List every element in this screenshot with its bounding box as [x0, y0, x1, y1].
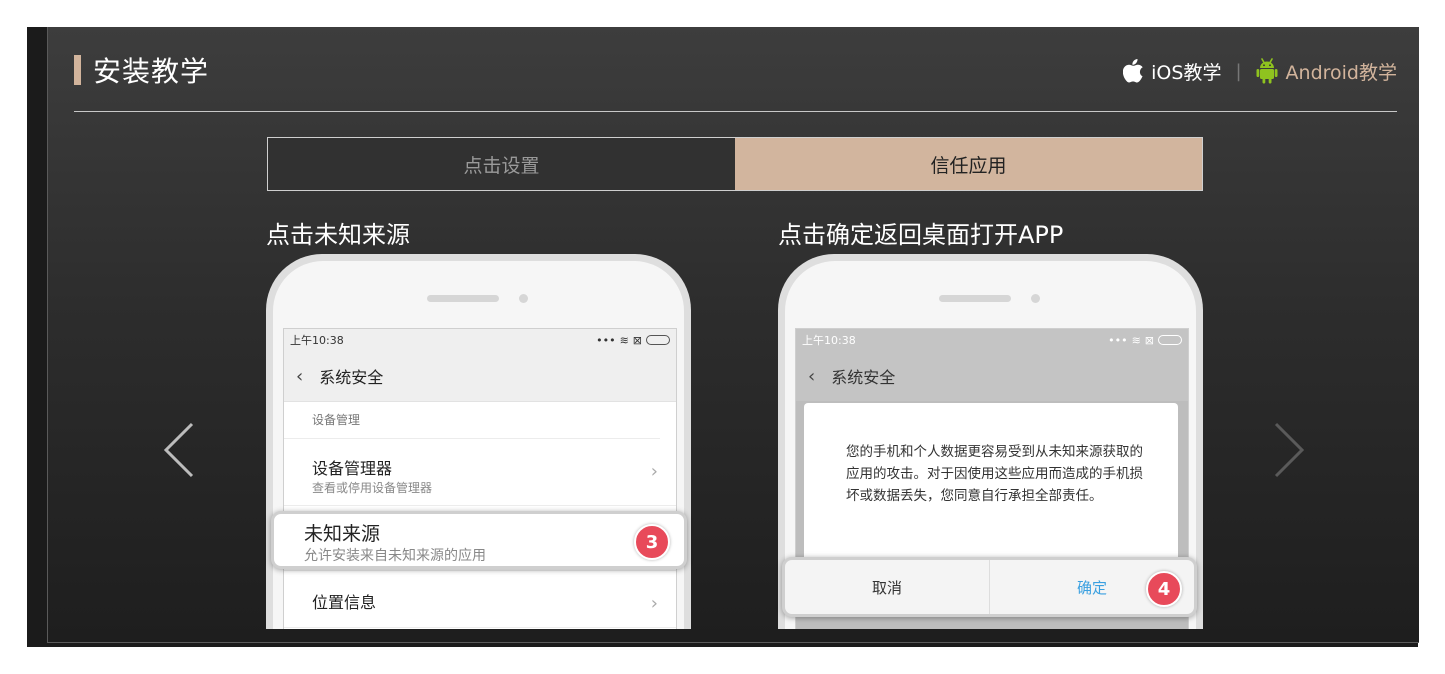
phone-body: 上午10:38 ••• ≋ ⊠ ‹ 系统安全 设备管理 设备管理器 查看或停用设… [273, 261, 684, 629]
android-tutorial-link[interactable]: Android教学 [1256, 58, 1397, 85]
phone-camera [1031, 294, 1040, 303]
menu-item-subtitle: 查看或停用设备管理器 [312, 481, 433, 495]
step-badge-4: 4 [1146, 571, 1182, 607]
title-accent-bar [74, 55, 81, 85]
unknown-sources-title: 未知来源 [304, 523, 381, 545]
wifi-icon: ≋ [619, 333, 629, 347]
platform-links: iOS教学 | Android教学 [1123, 57, 1397, 85]
status-bar: 上午10:38 ••• ≋ ⊠ [796, 329, 1188, 351]
phone-mockup-step3: 上午10:38 ••• ≋ ⊠ ‹ 系统安全 设备管理 设备管理器 查看或停用设… [266, 254, 691, 629]
apple-icon [1123, 59, 1143, 83]
tutorial-panel: 安装教学 iOS教学 | Android教学 点击设置 信任应用 [47, 27, 1419, 643]
signal-dots-icon: ••• [596, 333, 616, 347]
menu-item-unknown-sources[interactable]: 未知来源 允许安装来自未知来源的应用 [271, 511, 687, 569]
next-arrow[interactable] [1268, 420, 1308, 484]
menu-item-title: 设备管理器 [312, 459, 393, 478]
android-icon [1256, 58, 1278, 84]
phone-screen: 上午10:38 ••• ≋ ⊠ ‹ 系统安全 设备管理 设备管理器 查看或停用设… [283, 328, 677, 629]
dialog-button-bar: 取消 确定 [782, 557, 1197, 617]
status-icons: ••• ≋ ⊠ [1108, 334, 1182, 347]
phone-camera [519, 294, 528, 303]
settings-nav-bar: ‹ 系统安全 [796, 351, 1188, 402]
nav-title: 系统安全 [831, 368, 896, 387]
status-time: 上午10:38 [290, 334, 344, 347]
page-title: 安装教学 [93, 55, 210, 88]
link-separator: | [1235, 60, 1242, 82]
status-icons: ••• ≋ ⊠ [596, 334, 670, 347]
phone-speaker [427, 295, 499, 302]
wifi-icon: ≋ [1131, 333, 1141, 347]
tab-trust-app[interactable]: 信任应用 [735, 138, 1202, 190]
chevron-left-icon [163, 422, 194, 478]
status-bar: 上午10:38 ••• ≋ ⊠ [284, 329, 676, 351]
cancel-button[interactable]: 取消 [785, 560, 990, 614]
ios-tutorial-label: iOS教学 [1151, 61, 1222, 84]
chevron-right-icon: › [650, 593, 658, 614]
battery-icon [646, 335, 670, 345]
title-bar: 安装教学 [74, 55, 209, 88]
phone-speaker [939, 295, 1011, 302]
warning-dialog: 您的手机和个人数据更容易受到从未知来源获取的应用的攻击。对于因使用这些应用而造成… [804, 403, 1178, 573]
section-header-device-management: 设备管理 [284, 402, 660, 439]
step-label-confirm: 点击确定返回桌面打开APP [778, 221, 1064, 249]
dialog-message: 您的手机和个人数据更容易受到从未知来源获取的应用的攻击。对于因使用这些应用而造成… [846, 444, 1143, 504]
back-icon[interactable]: ‹ [296, 366, 303, 387]
tab-click-settings[interactable]: 点击设置 [268, 138, 735, 190]
menu-item-device-admin[interactable]: 设备管理器 查看或停用设备管理器 › [284, 439, 676, 506]
nav-title: 系统安全 [319, 368, 384, 387]
sim-icon: ⊠ [632, 333, 642, 347]
chevron-right-icon [1274, 422, 1305, 478]
settings-nav-bar: ‹ 系统安全 [284, 351, 676, 402]
signal-dots-icon: ••• [1108, 333, 1128, 347]
battery-icon [1158, 335, 1182, 345]
back-icon[interactable]: ‹ [808, 366, 815, 387]
sim-icon: ⊠ [1144, 333, 1154, 347]
android-tutorial-label: Android教学 [1285, 61, 1397, 84]
tutorial-tabs: 点击设置 信任应用 [267, 137, 1203, 191]
unknown-sources-subtitle: 允许安装来自未知来源的应用 [304, 548, 486, 564]
header-divider [74, 111, 1397, 112]
step-badge-3: 3 [634, 524, 670, 560]
step-label-unknown-sources: 点击未知来源 [266, 221, 410, 249]
menu-item-location[interactable]: 位置信息 › [284, 571, 676, 628]
status-time: 上午10:38 [802, 334, 856, 347]
chevron-right-icon: › [650, 461, 658, 482]
menu-item-title: 位置信息 [312, 593, 377, 612]
prev-arrow[interactable] [160, 420, 200, 484]
ios-tutorial-link[interactable]: iOS教学 [1123, 58, 1221, 85]
